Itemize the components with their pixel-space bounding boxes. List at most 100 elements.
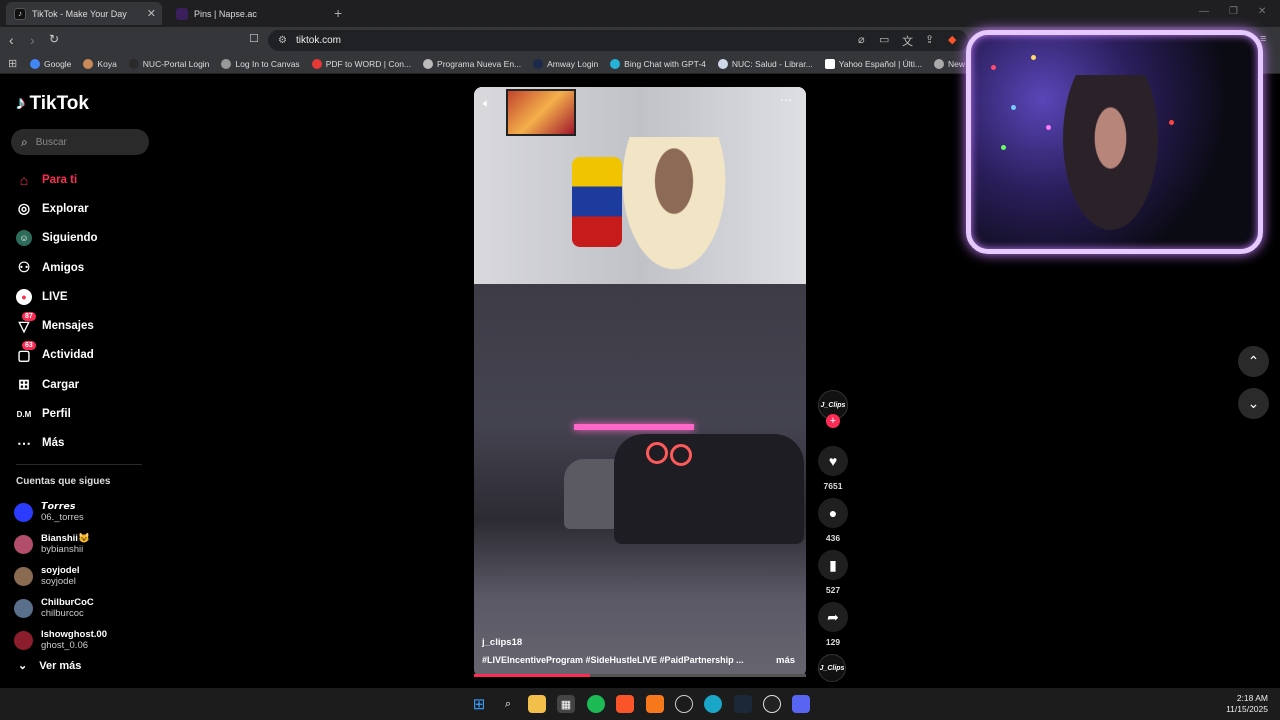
profile-icon: D.M — [16, 409, 32, 419]
close-window-icon[interactable]: ✕ — [1258, 6, 1266, 17]
nav-siguiendo[interactable]: ☺ Siguiendo — [16, 224, 98, 253]
nav-perfil[interactable]: D.M Perfil — [16, 399, 98, 428]
edge-icon[interactable] — [704, 695, 722, 713]
light-dot — [1031, 55, 1036, 60]
reload-icon[interactable]: ↻ — [49, 32, 59, 46]
nav-live[interactable]: ● LIVE — [16, 282, 98, 311]
file-explorer-icon[interactable] — [528, 695, 546, 713]
previous-video-button[interactable]: ⌃ — [1238, 346, 1269, 377]
cast-icon[interactable]: ▭ — [879, 33, 889, 46]
saves-count: 527 — [825, 585, 841, 595]
steam-icon[interactable] — [734, 695, 752, 713]
spotify-icon[interactable] — [587, 695, 605, 713]
no-tracking-icon[interactable]: ⌀ — [858, 33, 865, 46]
light-dot — [991, 65, 996, 70]
nav-mas[interactable]: ⋯ Más — [16, 429, 98, 458]
likes-count: 7651 — [823, 481, 843, 491]
bookmark-item[interactable]: Koya — [83, 58, 117, 69]
following-account[interactable]: soyjodel soyjodel — [14, 560, 107, 592]
google-icon — [30, 58, 40, 69]
bookmark-icon[interactable]: ☐ — [249, 32, 259, 45]
search-icon[interactable]: ⌕ — [499, 695, 517, 713]
bookmark-item[interactable]: NUC-Portal Login — [128, 58, 209, 69]
sound-disc[interactable]: J_Clips — [818, 654, 846, 682]
new-tab-button[interactable]: + — [334, 5, 342, 21]
discord-icon[interactable] — [792, 695, 810, 713]
brave-icon[interactable] — [616, 695, 634, 713]
options-icon[interactable]: ⋯ — [780, 93, 792, 107]
store-icon[interactable]: ▦ — [557, 695, 575, 713]
page-icon — [423, 58, 434, 69]
video-progress-fill — [474, 674, 591, 677]
bookmark-item[interactable]: Yahoo Español | Últi... — [824, 58, 922, 69]
bookmark-item[interactable]: NUC: Salud - Librar... — [717, 58, 813, 69]
bookmark-item[interactable]: Log In to Canvas — [221, 58, 300, 69]
following-account[interactable]: Bianshii😺 bybianshii — [14, 528, 107, 560]
light-dot — [1046, 125, 1051, 130]
video-progress-bar[interactable] — [474, 674, 806, 677]
translate-icon[interactable]: 文 — [902, 33, 913, 49]
tiktok-logo[interactable]: ♪ TikTok — [16, 93, 89, 115]
volume-icon[interactable]: 🔈︎ — [483, 96, 490, 111]
messages-icon: ▽ 87 — [16, 312, 36, 334]
nav-amigos[interactable]: ⚇ Amigos — [16, 253, 98, 282]
brave-shield-icon[interactable]: ◆ — [948, 33, 956, 46]
nav-para-ti[interactable]: ⌂ Para ti — [16, 165, 98, 194]
apps-icon[interactable]: ⊞ — [8, 57, 17, 70]
light-dot — [1011, 105, 1016, 110]
video-username[interactable]: j_clips18 — [482, 637, 522, 648]
webcam-overlay — [966, 30, 1263, 254]
share-arrow-icon: ➦ — [827, 608, 839, 625]
following-icon: ☺ — [16, 230, 32, 247]
start-icon[interactable]: ⊞ — [470, 695, 488, 713]
following-account[interactable]: 𝙏𝙤𝙧𝙧𝙚𝙨 06._torres — [14, 496, 107, 528]
heart-icon: ♥ — [828, 453, 838, 469]
amway-icon — [533, 58, 544, 69]
activity-badge: 63 — [22, 341, 36, 351]
share-icon[interactable]: ⇪ — [925, 33, 934, 46]
comment-button[interactable]: ● — [818, 498, 848, 528]
obs-icon[interactable] — [763, 695, 781, 713]
site-info-icon[interactable]: ⚙ — [278, 35, 287, 46]
share-button[interactable]: ➦ — [818, 602, 848, 632]
more-link[interactable]: más — [776, 655, 795, 666]
bookmark-item[interactable]: Programa Nueva En... — [423, 58, 521, 69]
nav-explorar[interactable]: ◎ Explorar — [16, 194, 98, 223]
bookmark-item[interactable]: PDF to WORD | Con... — [311, 58, 411, 69]
following-section-title: Cuentas que sigues — [16, 476, 111, 487]
save-button[interactable]: ▮ — [818, 550, 848, 580]
like-button[interactable]: ♥ — [818, 446, 848, 476]
system-clock[interactable]: 2:18 AM 11/15/2025 — [1226, 693, 1268, 715]
bing-icon — [610, 58, 621, 69]
nav-cargar[interactable]: ⊞ Cargar — [16, 370, 98, 399]
follow-plus-icon[interactable]: + — [826, 414, 840, 428]
avatar — [14, 566, 33, 586]
video-player[interactable]: 🔈︎ ⋯ — [474, 87, 806, 677]
avatar — [14, 630, 33, 650]
close-tab-icon[interactable]: ✕ — [147, 7, 156, 20]
following-account[interactable]: Ishowghost.00 ghost_0.06 — [14, 624, 107, 656]
tab-tiktok[interactable]: ♪ TikTok - Make Your Day ✕ — [6, 2, 162, 25]
sidebar-divider — [16, 464, 142, 465]
bookmark-item[interactable]: Bing Chat with GPT-4 — [610, 58, 706, 69]
clock-date: 11/15/2025 — [1226, 704, 1268, 714]
minimize-icon[interactable]: — — [1199, 6, 1209, 17]
search-input[interactable]: ⌕ Buscar — [11, 129, 149, 155]
next-video-button[interactable]: ⌄ — [1238, 388, 1269, 419]
nav-mensajes[interactable]: ▽ 87 Mensajes — [16, 311, 98, 340]
forward-icon[interactable]: › — [30, 32, 35, 48]
tab-napse[interactable]: Pins | Napse.ac — [168, 2, 328, 25]
see-more-button[interactable]: ⌄ Ver más — [18, 659, 81, 673]
app-orange-icon[interactable] — [646, 695, 664, 713]
compass-icon: ◎ — [17, 200, 31, 217]
bookmark-item[interactable]: Google — [30, 58, 71, 69]
back-icon[interactable]: ‹ — [9, 32, 14, 48]
nav-actividad[interactable]: ▢ 63 Actividad — [16, 341, 98, 370]
following-account[interactable]: ChilburCoC chilburcoc — [14, 592, 107, 624]
restore-icon[interactable]: ❐ — [1229, 6, 1238, 17]
home-icon: ⌂ — [19, 171, 29, 188]
app-circle-icon[interactable] — [675, 695, 693, 713]
search-icon: ⌕ — [21, 134, 28, 149]
bookmark-item[interactable]: Amway Login — [533, 58, 598, 69]
